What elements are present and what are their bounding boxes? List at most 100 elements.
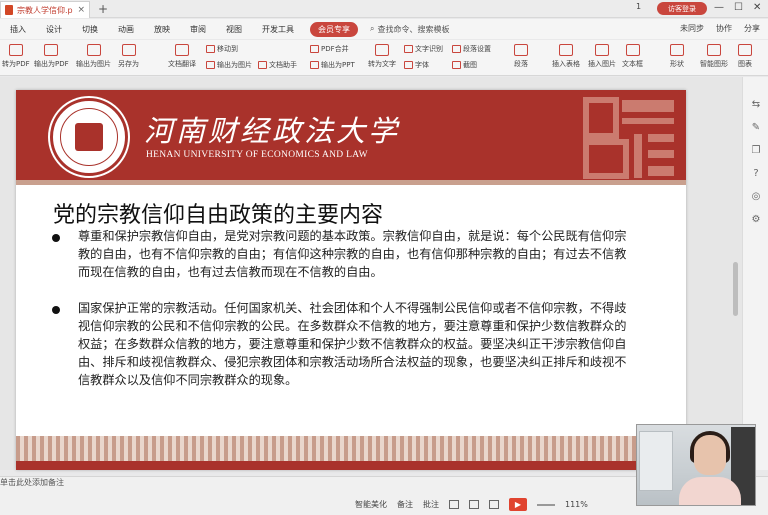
smart-beautify-button[interactable]: 智能美化 <box>355 499 387 510</box>
menu-review[interactable]: 审阅 <box>180 24 216 35</box>
export-image-small-button[interactable]: 输出为图片 <box>206 60 252 70</box>
sorter-view-icon[interactable] <box>469 500 479 509</box>
decorative-seal-graphic <box>583 97 674 179</box>
copy-icon[interactable]: ❐ <box>750 145 762 156</box>
remark-button[interactable]: 备注 <box>397 499 413 510</box>
webcam-overlay <box>636 424 756 506</box>
bullet-marker <box>52 234 60 242</box>
translate-button[interactable]: 文档翻译 <box>168 44 196 69</box>
slide-title: 党的宗教信仰自由政策的主要内容 <box>53 203 384 228</box>
help-icon[interactable]: ? <box>750 168 762 179</box>
vertical-scrollbar[interactable] <box>733 262 738 316</box>
share-button[interactable]: 分享 <box>744 23 760 34</box>
status-controls: 智能美化 备注 批注 ▶ 111% <box>355 498 588 511</box>
zoom-slider[interactable] <box>537 503 555 506</box>
close-tab-icon[interactable]: × <box>77 5 85 15</box>
document-tab[interactable]: 宗教人学信仰.pptx × <box>0 1 90 18</box>
new-tab-button[interactable]: + <box>98 2 108 16</box>
user-account-button[interactable]: 访客登录 <box>657 2 707 15</box>
zoom-level[interactable]: 111% <box>565 500 588 509</box>
image-icon <box>86 44 101 56</box>
bullet-marker <box>52 306 60 314</box>
location-icon[interactable]: ◎ <box>750 191 762 202</box>
smart-art-icon <box>707 44 721 56</box>
presenter-face <box>694 435 726 475</box>
collaborate-button[interactable]: 协作 <box>716 23 732 34</box>
pin-icon[interactable]: ✎ <box>750 122 762 133</box>
menu-animation[interactable]: 动画 <box>108 24 144 35</box>
save-as-icon <box>121 44 136 56</box>
ocr-icon <box>404 45 413 53</box>
font-icon <box>404 61 413 69</box>
doc-assistant-button[interactable]: 文档助手 <box>258 60 297 70</box>
settings-icon[interactable]: ⚙ <box>750 214 762 225</box>
page-indicator: 1 <box>636 2 642 11</box>
menu-transition[interactable]: 切换 <box>72 24 108 35</box>
sync-button[interactable]: 未同步 <box>680 23 704 34</box>
title-bar: 宗教人学信仰.pptx × + 1 访客登录 — ☐ ✕ <box>0 0 768 18</box>
picture-icon <box>595 44 609 56</box>
right-tool-panel: ⇆ ✎ ❐ ? ◎ ⚙ <box>742 77 768 470</box>
pptx-file-icon <box>5 5 13 15</box>
insert-picture-button[interactable]: 插入图片 <box>588 44 616 69</box>
to-pdf-button[interactable]: 转为PDF <box>2 44 30 69</box>
table-icon <box>559 44 573 56</box>
play-icon: ▶ <box>514 500 522 509</box>
move-to-button[interactable]: 移动到 <box>206 44 238 54</box>
arrange-icon[interactable]: ⇆ <box>750 99 762 110</box>
university-logo <box>50 98 128 176</box>
command-search[interactable]: ⌕ 查找命令、搜索模板 <box>370 24 449 35</box>
translate-icon <box>175 44 189 56</box>
pdf-merge-button[interactable]: PDF合并 <box>310 44 349 54</box>
decorative-pattern-band <box>16 436 686 470</box>
webcam-shelf <box>639 431 673 491</box>
paragraph-settings-icon <box>452 45 461 53</box>
shape-icon <box>670 44 684 56</box>
play-slideshow-button[interactable]: ▶ <box>509 498 527 511</box>
paragraph-button[interactable]: 段落 <box>514 44 528 69</box>
paragraph-settings-button[interactable]: 段落设置 <box>452 44 491 54</box>
notes-placeholder[interactable]: 单击此处添加备注 <box>0 477 64 488</box>
textbox-icon <box>625 44 640 56</box>
minimize-button[interactable]: — <box>714 2 724 13</box>
reading-view-icon[interactable] <box>489 500 499 509</box>
normal-view-icon[interactable] <box>449 500 459 509</box>
logo-ring <box>60 108 118 166</box>
menu-developer[interactable]: 开发工具 <box>252 24 304 35</box>
shape-button[interactable]: 形状 <box>670 44 684 69</box>
screenshot-icon <box>452 61 461 69</box>
bullet-paragraph-2: 国家保护正常的宗教活动。任何国家机关、社会团体和个人不得强制公民信仰或者不信仰宗… <box>78 301 627 387</box>
to-text-button[interactable]: 转为文字 <box>368 44 396 69</box>
university-name-en: HENAN UNIVERSITY OF ECONOMICS AND LAW <box>146 150 368 160</box>
menu-insert[interactable]: 插入 <box>0 24 36 35</box>
slide-canvas[interactable]: 河南财经政法大学 HENAN UNIVERSITY OF ECONOMICS A… <box>16 90 686 470</box>
image-small-icon <box>206 61 215 69</box>
save-as-button[interactable]: 另存为 <box>118 44 139 69</box>
menu-bar: 插入 设计 切换 动画 放映 审阅 视图 开发工具 会员专享 ⌕ 查找命令、搜索… <box>0 19 768 39</box>
screenshot-button[interactable]: 截图 <box>452 60 477 70</box>
maximize-button[interactable]: ☐ <box>734 2 743 13</box>
ppt-icon <box>310 61 319 69</box>
smart-art-button[interactable]: 智能图形 <box>700 44 728 69</box>
insert-table-button[interactable]: 插入表格 <box>552 44 580 69</box>
search-icon: ⌕ <box>370 24 375 33</box>
textbox-button[interactable]: 文本框 <box>622 44 643 69</box>
chart-icon <box>738 44 752 56</box>
university-name-cn: 河南财经政法大学 <box>144 114 401 148</box>
export-ppt-button[interactable]: 输出为PPT <box>310 60 355 70</box>
export-image-button[interactable]: 输出为图片 <box>76 44 111 69</box>
export-pdf-button[interactable]: 输出为PDF <box>34 44 69 69</box>
member-menu-button[interactable]: 会员专享 <box>310 21 358 37</box>
move-icon <box>206 45 215 53</box>
text-icon <box>375 44 389 56</box>
merge-icon <box>310 45 319 53</box>
font-button[interactable]: 字体 <box>404 60 429 70</box>
chart-button[interactable]: 图表 <box>738 44 752 69</box>
menu-view[interactable]: 视图 <box>216 24 252 35</box>
menu-design[interactable]: 设计 <box>36 24 72 35</box>
close-window-button[interactable]: ✕ <box>753 2 761 13</box>
menu-slideshow[interactable]: 放映 <box>144 24 180 35</box>
ocr-button[interactable]: 文字识别 <box>404 44 443 54</box>
comment-button[interactable]: 批注 <box>423 499 439 510</box>
logo-core <box>75 123 103 151</box>
